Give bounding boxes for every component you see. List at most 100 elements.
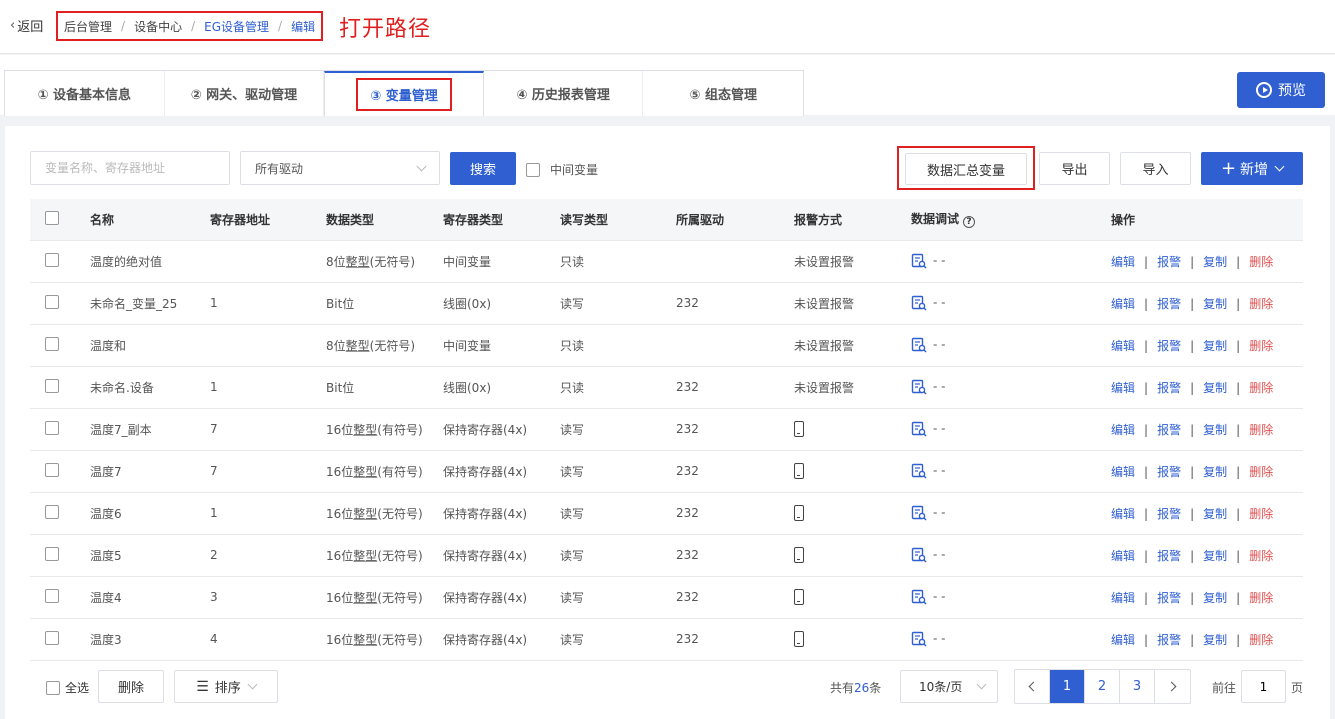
debug-search-icon[interactable] [911,295,927,311]
page-2-button[interactable]: 2 [1085,670,1120,703]
delete-link[interactable]: 删除 [1249,339,1273,353]
back-button[interactable]: ‹ 返回 [10,16,43,35]
edit-link[interactable]: 编辑 [1111,423,1135,437]
alarm-link[interactable]: 报警 [1157,465,1181,479]
alarm-link[interactable]: 报警 [1157,423,1181,437]
debug-search-icon[interactable] [911,463,927,479]
batch-delete-button[interactable]: 删除 [98,670,164,703]
copy-link[interactable]: 复制 [1203,633,1227,647]
edit-link[interactable]: 编辑 [1111,549,1135,563]
page-1-button[interactable]: 1 [1050,670,1085,703]
breadcrumb-item-admin[interactable]: 后台管理 [64,18,112,35]
table-row[interactable]: 温度3 4 16位整型(无符号) 保持寄存器(4x) 读写 232 - - 编辑 | 报警 | 复制 |… [30,618,1303,661]
table-row[interactable]: 温度7 7 16位整型(有符号) 保持寄存器(4x) 读写 232 - - 编辑 | 报警 | 复制 |… [30,450,1303,493]
delete-link[interactable]: 删除 [1249,297,1273,311]
edit-link[interactable]: 编辑 [1111,297,1135,311]
row-checkbox[interactable] [45,336,59,351]
copy-link[interactable]: 复制 [1203,465,1227,479]
search-button[interactable]: 搜索 [450,152,516,185]
copy-link[interactable]: 复制 [1203,549,1227,563]
copy-link[interactable]: 复制 [1203,507,1227,521]
alarm-link[interactable]: 报警 [1157,297,1181,311]
alarm-link[interactable]: 报警 [1157,381,1181,395]
export-button[interactable]: 导出 [1039,152,1110,185]
debug-search-icon[interactable] [911,421,927,437]
row-checkbox[interactable] [45,252,59,267]
mid-var-checkbox[interactable] [526,162,540,177]
copy-link[interactable]: 复制 [1203,423,1227,437]
goto-page-input[interactable] [1241,670,1286,703]
edit-link[interactable]: 编辑 [1111,633,1135,647]
table-row[interactable]: 未命名.设备 1 Bit位 线圈(0x) 只读 232 未设置报警 - - 编辑 | 报警 | 复制 | 删… [30,366,1303,409]
alarm-link[interactable]: 报警 [1157,507,1181,521]
row-checkbox[interactable] [45,546,59,561]
delete-link[interactable]: 删除 [1249,465,1273,479]
tab-gateway-driver[interactable]: ② 网关、驱动管理 [165,71,325,116]
phone-alarm-icon[interactable] [794,547,804,563]
row-checkbox[interactable] [45,504,59,519]
page-size-select[interactable]: 10条/页 [900,670,998,703]
select-all[interactable]: 全选 [46,679,89,696]
edit-link[interactable]: 编辑 [1111,255,1135,269]
copy-link[interactable]: 复制 [1203,339,1227,353]
search-input[interactable] [30,151,230,185]
edit-link[interactable]: 编辑 [1111,507,1135,521]
debug-search-icon[interactable] [911,379,927,395]
delete-link[interactable]: 删除 [1249,591,1273,605]
table-row[interactable]: 未命名_变量_25 1 Bit位 线圈(0x) 读写 232 未设置报警 - - 编辑 | 报警 | 复… [30,282,1303,325]
delete-link[interactable]: 删除 [1249,255,1273,269]
tab-basic-info[interactable]: ① 设备基本信息 [5,71,165,116]
data-summary-button[interactable]: 数据汇总变量 [905,153,1027,185]
table-row[interactable]: 温度6 1 16位整型(无符号) 保持寄存器(4x) 读写 232 - - 编辑 | 报警 | 复制 |… [30,492,1303,535]
breadcrumb-item-device-center[interactable]: 设备中心 [134,18,182,35]
delete-link[interactable]: 删除 [1249,507,1273,521]
tab-configuration[interactable]: ⑤ 组态管理 [643,71,803,116]
edit-link[interactable]: 编辑 [1111,381,1135,395]
debug-search-icon[interactable] [911,547,927,563]
debug-search-icon[interactable] [911,253,927,269]
row-checkbox[interactable] [45,630,59,645]
select-all-checkbox[interactable] [46,680,60,695]
mid-var-filter[interactable]: 中间变量 [526,161,598,178]
prev-page-button[interactable] [1015,670,1050,703]
debug-search-icon[interactable] [911,505,927,521]
copy-link[interactable]: 复制 [1203,255,1227,269]
import-button[interactable]: 导入 [1120,152,1191,185]
debug-search-icon[interactable] [911,337,927,353]
copy-link[interactable]: 复制 [1203,297,1227,311]
row-checkbox[interactable] [45,420,59,435]
tab-variable-management[interactable]: ③ 变量管理 [324,71,484,116]
tab-history-report[interactable]: ④ 历史报表管理 [484,71,644,116]
edit-link[interactable]: 编辑 [1111,339,1135,353]
header-checkbox[interactable] [45,210,59,225]
table-row[interactable]: 温度5 2 16位整型(无符号) 保持寄存器(4x) 读写 232 - - 编辑 | 报警 | 复制 |… [30,534,1303,577]
copy-link[interactable]: 复制 [1203,381,1227,395]
edit-link[interactable]: 编辑 [1111,591,1135,605]
delete-link[interactable]: 删除 [1249,381,1273,395]
sort-button[interactable]: ☰ 排序 [174,670,278,703]
table-row[interactable]: 温度7_副本 7 16位整型(有符号) 保持寄存器(4x) 读写 232 - - 编辑 | 报警 |… [30,408,1303,451]
breadcrumb-item-eg-device[interactable]: EG设备管理 [204,18,269,35]
table-row[interactable]: 温度和 8位整型(无符号) 中间变量 只读 未设置报警 - - 编辑 | 报警 | 复制 | 删除 [30,324,1303,367]
delete-link[interactable]: 删除 [1249,423,1273,437]
debug-search-icon[interactable] [911,631,927,647]
next-page-button[interactable] [1155,670,1190,703]
help-icon[interactable]: ? [963,216,976,229]
add-button[interactable]: + 新增 [1201,152,1303,185]
phone-alarm-icon[interactable] [794,421,804,437]
table-row[interactable]: 温度4 3 16位整型(无符号) 保持寄存器(4x) 读写 232 - - 编辑 | 报警 | 复制 |… [30,576,1303,619]
phone-alarm-icon[interactable] [794,505,804,521]
delete-link[interactable]: 删除 [1249,549,1273,563]
breadcrumb-item-edit[interactable]: 编辑 [291,18,315,35]
row-checkbox[interactable] [45,588,59,603]
phone-alarm-icon[interactable] [794,589,804,605]
alarm-link[interactable]: 报警 [1157,549,1181,563]
row-checkbox[interactable] [45,462,59,477]
alarm-link[interactable]: 报警 [1157,633,1181,647]
phone-alarm-icon[interactable] [794,463,804,479]
row-checkbox[interactable] [45,294,59,309]
row-checkbox[interactable] [45,378,59,393]
edit-link[interactable]: 编辑 [1111,465,1135,479]
delete-link[interactable]: 删除 [1249,633,1273,647]
alarm-link[interactable]: 报警 [1157,339,1181,353]
